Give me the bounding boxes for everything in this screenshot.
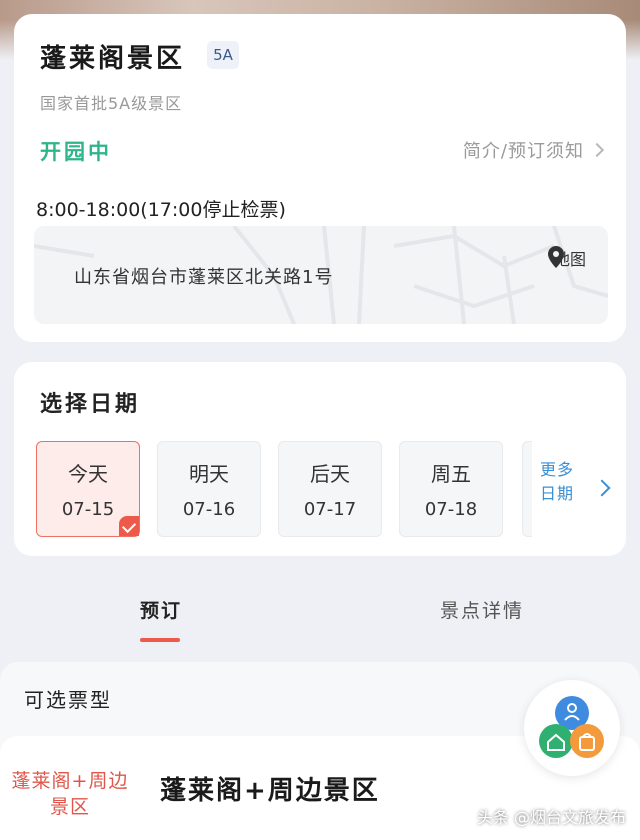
tab-book[interactable]: 预订 [140,596,182,623]
date-day-label: 明天 [189,462,229,486]
open-status: 开园中 [40,140,112,164]
date-option-today[interactable]: 今天 07-15 [36,441,140,537]
date-option-day-after[interactable]: 后天 07-17 [278,441,382,537]
tab-bar: 预订 景点详情 [0,580,640,650]
more-dates-button[interactable]: 更多日期 [540,458,580,506]
date-picker-heading: 选择日期 [40,392,141,417]
date-value: 07-18 [424,499,478,520]
date-day-label: 后天 [310,462,350,486]
date-value: 07-16 [182,499,236,520]
date-day-label: 周五 [431,462,471,486]
address-map-row[interactable]: 山东省烟台市蓬莱区北关路1号 地图 [34,226,608,324]
address-text: 山东省烟台市蓬莱区北关路1号 [74,267,334,288]
subtitle: 国家首批5A级景区 [40,94,183,113]
intro-notice-link[interactable]: 简介/预订须知 [462,137,605,163]
watermark: 头条 @烟台文旅发布 [476,808,626,827]
selected-check-icon [119,516,139,536]
ticket-thumbnail: 蓬莱阁+周边景区 [11,770,129,818]
date-picker-card: 选择日期 今天 07-15 明天 07-16 后天 07-17 周五 07-18… [14,362,626,556]
chevron-right-icon[interactable] [593,479,611,497]
date-day-label: 今天 [68,462,108,486]
ticket-name: 蓬莱阁+周边景区 [160,776,380,806]
tab-detail[interactable]: 景点详情 [440,596,524,623]
map-button[interactable]: 地图 [548,246,592,270]
service-glyphs [547,703,595,751]
date-option-tomorrow[interactable]: 明天 07-16 [157,441,261,537]
chevron-right-icon [589,142,605,158]
intro-notice-label: 简介/预订须知 [462,141,584,162]
date-option-friday[interactable]: 周五 07-18 [399,441,503,537]
page-title: 蓬莱阁景区 [40,44,186,74]
active-tab-indicator [140,638,180,642]
location-pin-icon [548,246,564,268]
opening-hours: 8:00-18:00(17:00停止检票) [36,199,286,221]
scenic-info-card: 蓬莱阁景区 5A 国家首批5A级景区 开园中 简介/预订须知 8:00-18:0… [14,14,626,342]
ticket-section-heading: 可选票型 [24,688,112,712]
date-option-partial[interactable] [522,441,532,537]
date-value: 07-17 [303,499,357,520]
floating-service-button[interactable] [524,680,620,776]
rating-badge: 5A [207,41,239,69]
